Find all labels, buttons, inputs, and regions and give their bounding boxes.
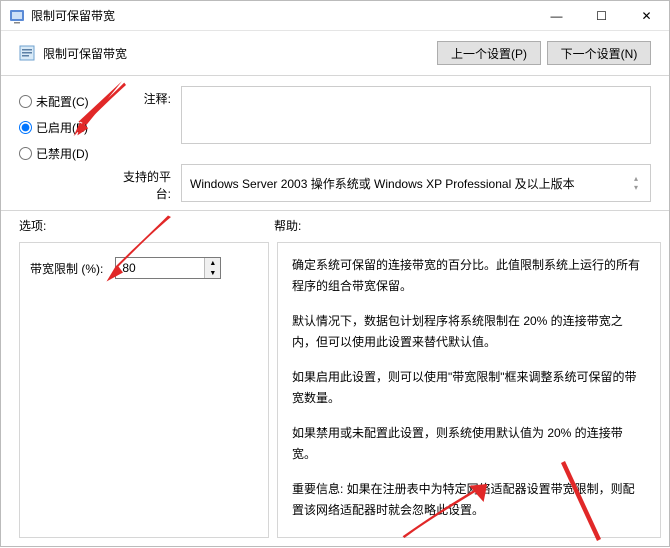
window-controls: — ☐ ✕ xyxy=(534,1,669,30)
radio-not-configured-input[interactable] xyxy=(19,95,32,108)
help-paragraph: 默认情况下，数据包计划程序将系统限制在 20% 的连接带宽之内，但可以使用此设置… xyxy=(292,311,644,353)
next-setting-button[interactable]: 下一个设置(N) xyxy=(547,41,651,65)
help-pane: 确定系统可保留的连接带宽的百分比。此值限制系统上运行的所有程序的组合带宽保留。 … xyxy=(277,242,661,538)
radio-not-configured-label: 未配置(C) xyxy=(36,93,89,110)
radio-disabled-label: 已禁用(D) xyxy=(36,145,89,162)
help-paragraph: 重要信息: 如果在注册表中为特定网络适配器设置带宽限制，则配置该网络适配器时就会… xyxy=(292,479,644,521)
config-fields: 注释: 支持的平台: Windows Server 2003 操作系统或 Win… xyxy=(111,86,651,202)
spinner-down-icon[interactable]: ▼ xyxy=(205,268,220,278)
spinner-up-icon[interactable]: ▲ xyxy=(205,258,220,268)
title-bar: 限制可保留带宽 — ☐ ✕ xyxy=(1,1,669,31)
radio-enabled-input[interactable] xyxy=(19,121,32,134)
window-title: 限制可保留带宽 xyxy=(31,7,534,24)
bandwidth-limit-field: 带宽限制 (%): ▲ ▼ xyxy=(30,257,258,279)
header-row: 限制可保留带宽 上一个设置(P) 下一个设置(N) xyxy=(1,31,669,76)
section-labels: 选项: 帮助: xyxy=(1,211,669,236)
comment-label: 注释: xyxy=(111,86,181,107)
app-icon xyxy=(9,8,25,24)
supported-on-box: Windows Server 2003 操作系统或 Windows XP Pro… xyxy=(181,164,651,202)
radio-not-configured[interactable]: 未配置(C) xyxy=(19,88,111,114)
state-radio-group: 未配置(C) 已启用(E) 已禁用(D) xyxy=(19,86,111,202)
bandwidth-limit-spinner[interactable]: ▲ ▼ xyxy=(115,257,221,279)
radio-enabled[interactable]: 已启用(E) xyxy=(19,114,111,140)
help-paragraph: 如果启用此设置，则可以使用"带宽限制"框来调整系统可保留的带宽数量。 xyxy=(292,367,644,409)
header-title: 限制可保留带宽 xyxy=(43,45,431,62)
minimize-button[interactable]: — xyxy=(534,1,579,30)
help-label: 帮助: xyxy=(274,217,301,234)
comment-input[interactable] xyxy=(181,86,651,144)
help-paragraph: 确定系统可保留的连接带宽的百分比。此值限制系统上运行的所有程序的组合带宽保留。 xyxy=(292,255,644,297)
lower-panes: 带宽限制 (%): ▲ ▼ 确定系统可保留的连接带宽的百分比。此值限制系统上运行… xyxy=(1,236,669,548)
supported-scroll-icon: ▴▾ xyxy=(634,174,644,192)
radio-disabled-input[interactable] xyxy=(19,147,32,160)
maximize-button[interactable]: ☐ xyxy=(579,1,624,30)
supported-label: 支持的平台: xyxy=(111,164,181,202)
help-paragraph: 如果禁用或未配置此设置，则系统使用默认值为 20% 的连接带宽。 xyxy=(292,423,644,465)
options-label: 选项: xyxy=(19,217,274,234)
radio-enabled-label: 已启用(E) xyxy=(36,119,88,136)
bandwidth-limit-input[interactable] xyxy=(116,258,204,278)
options-pane: 带宽限制 (%): ▲ ▼ xyxy=(19,242,269,538)
bandwidth-limit-label: 带宽限制 (%): xyxy=(30,260,103,277)
close-button[interactable]: ✕ xyxy=(624,1,669,30)
policy-icon xyxy=(19,45,35,61)
previous-setting-button[interactable]: 上一个设置(P) xyxy=(437,41,541,65)
spinner-buttons[interactable]: ▲ ▼ xyxy=(204,258,220,278)
config-area: 未配置(C) 已启用(E) 已禁用(D) 注释: 支持的平台: Windows … xyxy=(1,76,669,211)
radio-disabled[interactable]: 已禁用(D) xyxy=(19,140,111,166)
supported-on-text: Windows Server 2003 操作系统或 Windows XP Pro… xyxy=(190,175,575,192)
